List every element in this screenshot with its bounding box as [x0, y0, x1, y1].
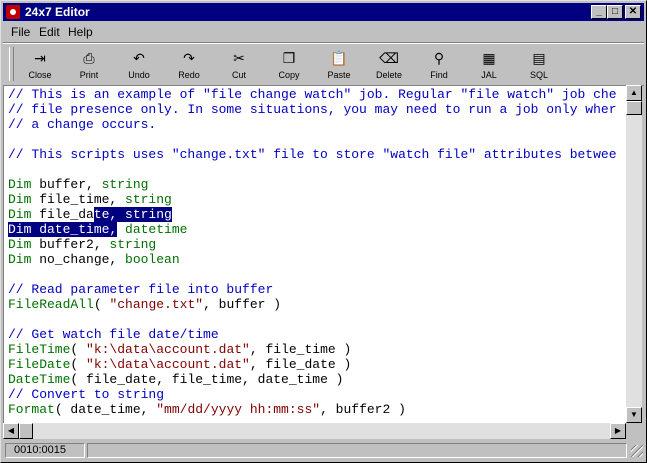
close-file-icon: ⇥: [34, 49, 46, 66]
code-line[interactable]: Dim file_time, string: [8, 192, 172, 207]
jal-icon: ▦: [482, 49, 496, 66]
toolbar-label: Find: [430, 70, 448, 80]
code-line[interactable]: FileReadAll( "change.txt", buffer ): [8, 297, 281, 312]
minimize-button[interactable]: _: [591, 5, 607, 19]
toolbar-label: Undo: [128, 70, 150, 80]
code-line[interactable]: Dim no_change, boolean: [8, 252, 180, 267]
cursor-position: 0010:0015: [5, 443, 85, 458]
vertical-scroll-thumb[interactable]: [626, 101, 642, 115]
delete-button[interactable]: ⌫ Delete: [365, 45, 413, 83]
redo-button[interactable]: ↷ Redo: [165, 45, 213, 83]
menu-edit[interactable]: Edit: [39, 25, 60, 39]
code-line[interactable]: // file presence only. In some situation…: [8, 102, 617, 117]
scissors-icon: ✂: [233, 49, 245, 66]
scroll-up-button[interactable]: ▲: [626, 85, 642, 101]
print-button[interactable]: ⎙ Print: [65, 45, 113, 83]
toolbar-label: Cut: [231, 70, 246, 80]
redo-icon: ↷: [183, 49, 195, 66]
code-line[interactable]: // Get watch file date/time: [8, 327, 219, 342]
vertical-scrollbar[interactable]: ▲ ▼: [626, 85, 642, 423]
toolbar-label: JAL: [481, 70, 497, 80]
code-editor[interactable]: // This is an example of "file change wa…: [3, 85, 627, 423]
clipboard-icon: 📋: [330, 49, 348, 66]
toolbar-label: Copy: [278, 70, 300, 80]
paste-button[interactable]: 📋 Paste: [315, 45, 363, 83]
app-icon[interactable]: [6, 5, 20, 19]
undo-button[interactable]: ↶ Undo: [115, 45, 163, 83]
jal-button[interactable]: ▦ JAL: [465, 45, 513, 83]
close-button[interactable]: ⇥ Close: [16, 45, 64, 83]
toolbar-label: Close: [28, 70, 52, 80]
sql-button[interactable]: ▤ SQL: [515, 45, 563, 83]
horizontal-scroll-thumb[interactable]: [19, 423, 33, 439]
editor-window: 24x7 Editor _ □ ✕ File Edit Help ⇥ Close ⎙…: [0, 0, 647, 463]
code-line[interactable]: Dim buffer2, string: [8, 237, 156, 252]
code-line[interactable]: // a change occurs.: [8, 117, 156, 132]
maximize-button[interactable]: □: [607, 5, 623, 19]
code-line[interactable]: // This is an example of "file change wa…: [8, 87, 617, 102]
title-bar[interactable]: 24x7 Editor _ □ ✕: [3, 3, 644, 21]
code-line[interactable]: Dim buffer, string: [8, 177, 148, 192]
toolbar-grip[interactable]: [9, 47, 14, 81]
printer-icon: ⎙: [83, 49, 95, 66]
resize-grip[interactable]: [631, 445, 643, 457]
toolbar-label: SQL: [529, 70, 548, 80]
status-bar: 0010:0015: [3, 441, 644, 460]
code-line[interactable]: // Read parameter file into buffer: [8, 282, 273, 297]
find-button[interactable]: ⚲ Find: [415, 45, 463, 83]
menu-help[interactable]: Help: [68, 25, 93, 39]
scrollbar-corner: [626, 423, 642, 439]
window-title: 24x7 Editor: [25, 5, 90, 19]
copy-icon: ❐: [282, 49, 296, 66]
menu-bar: File Edit Help: [3, 22, 644, 41]
code-line[interactable]: // This scripts uses "change.txt" file t…: [8, 147, 617, 162]
undo-icon: ↶: [133, 49, 145, 66]
status-panel: [87, 443, 627, 458]
scroll-left-button[interactable]: ◀: [3, 423, 19, 439]
toolbar-label: Delete: [375, 70, 402, 80]
code-line[interactable]: Format( date_time, "mm/dd/yyyy hh:mm:ss"…: [8, 402, 406, 417]
sql-icon: ▤: [532, 49, 546, 66]
close-window-button[interactable]: ✕: [625, 5, 641, 19]
toolbar-label: Redo: [178, 70, 200, 80]
toolbar-label: Print: [79, 70, 99, 80]
binoculars-icon: ⚲: [433, 49, 445, 66]
copy-button[interactable]: ❐ Copy: [265, 45, 313, 83]
scroll-down-button[interactable]: ▼: [626, 407, 642, 423]
horizontal-scrollbar[interactable]: ◀ ▶: [3, 423, 626, 439]
toolbar-label: Paste: [327, 70, 351, 80]
code-line[interactable]: Dim date_time, datetime: [8, 222, 187, 237]
code-line[interactable]: Dim file_date, string: [8, 207, 172, 222]
toolbar: ⇥ Close ⎙ Print ↶ Undo ↷ Redo ✂ Cut ❐ Copy 📋 Paste ⌫ De…: [3, 42, 644, 86]
code-line[interactable]: DateTime( file_date, file_time, date_tim…: [8, 372, 343, 387]
code-line[interactable]: FileTime( "k:\data\account.dat", file_ti…: [8, 342, 351, 357]
code-line[interactable]: // Convert to string: [8, 387, 164, 402]
scroll-right-button[interactable]: ▶: [610, 423, 626, 439]
eraser-icon: ⌫: [379, 49, 399, 66]
menu-file[interactable]: File: [11, 25, 30, 39]
code-line[interactable]: FileDate( "k:\data\account.dat", file_da…: [8, 357, 351, 372]
cut-button[interactable]: ✂ Cut: [215, 45, 263, 83]
